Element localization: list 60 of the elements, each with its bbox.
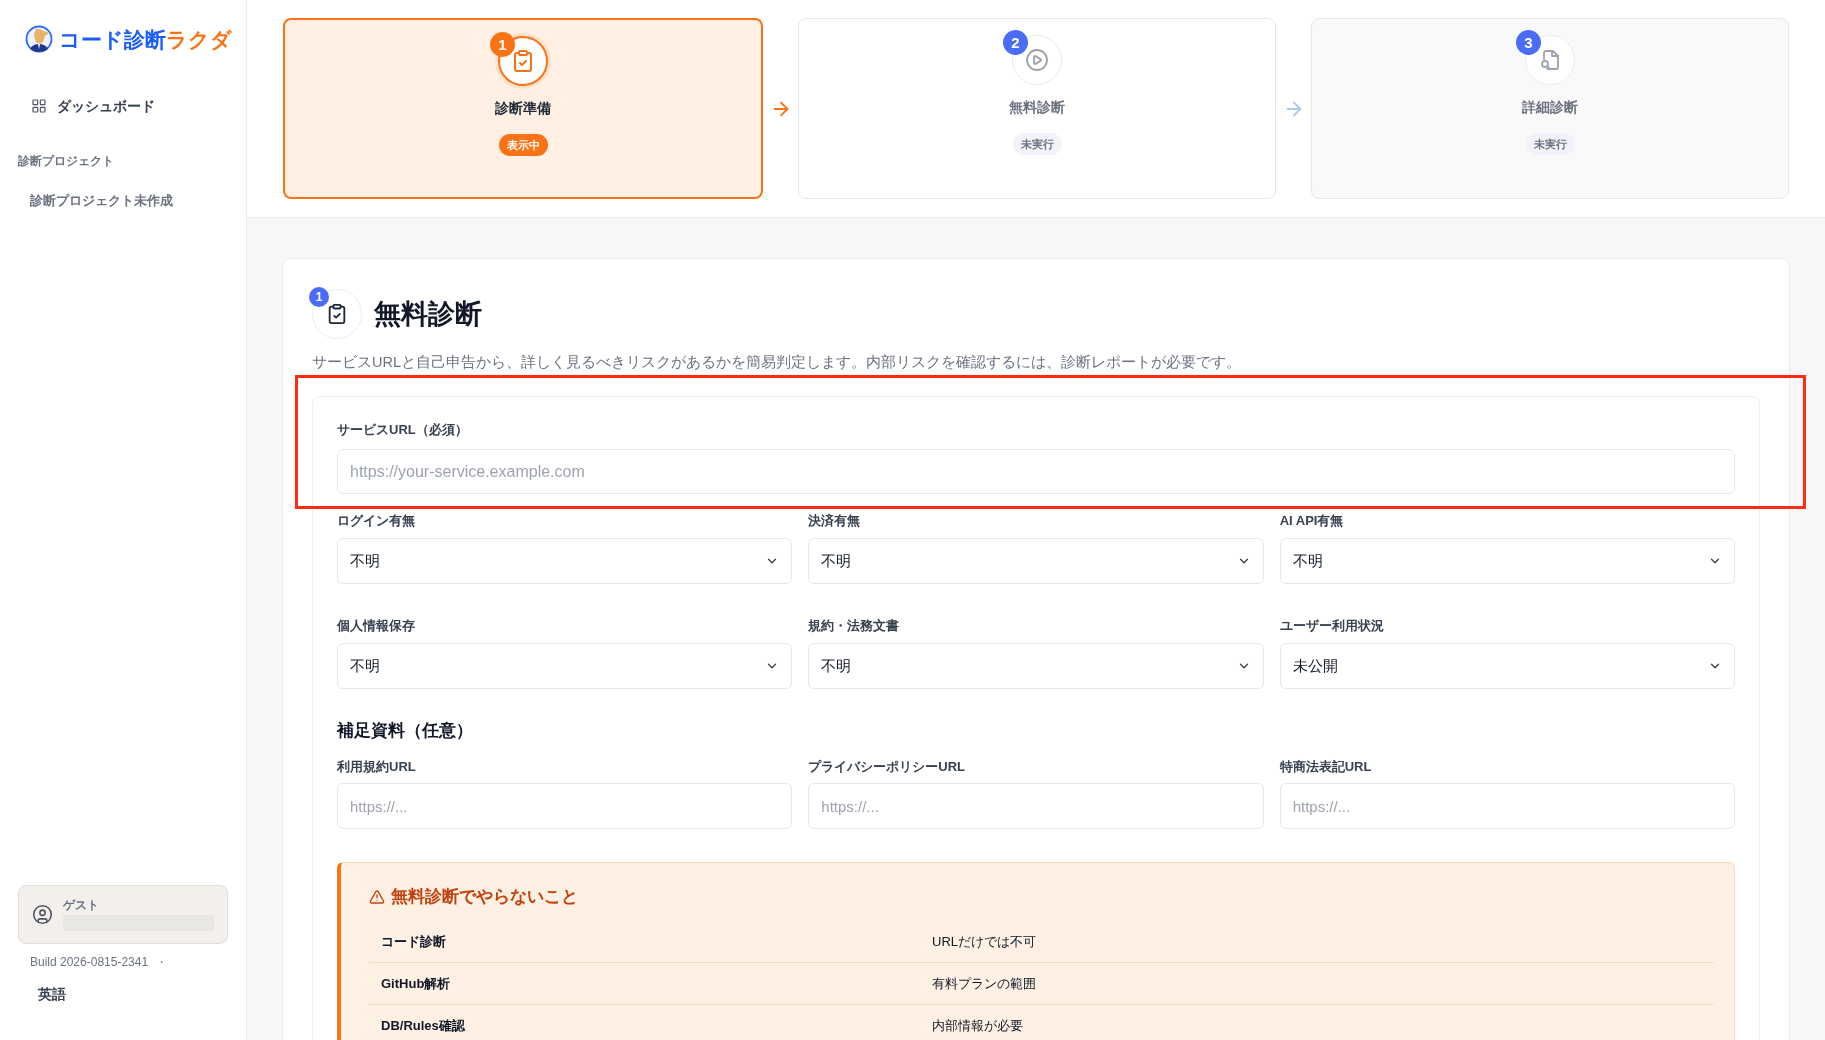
step-card[interactable]: 2 無料診断 未実行: [798, 18, 1276, 199]
step-number: 1: [490, 32, 515, 57]
clipboard-check-icon: [326, 303, 348, 325]
dropdown[interactable]: 未公開: [1279, 643, 1735, 689]
notice-title: 無料診断でやらないこと: [391, 887, 578, 907]
field-label: ログイン有無: [337, 513, 416, 529]
build-version: Build 2026-0815-2341: [30, 954, 149, 970]
dropdown[interactable]: 不明: [337, 538, 793, 584]
field-label: サービスURL（必須）: [337, 422, 469, 438]
step-status: 表示中: [498, 134, 548, 156]
table-cell-text: 内部情報が必要: [931, 1017, 1024, 1035]
warning-icon: [369, 889, 385, 905]
subsection-title: 補足資料（任意）: [337, 720, 474, 742]
dropdown[interactable]: 不明: [1279, 538, 1735, 584]
url-input[interactable]: https://...: [1279, 783, 1735, 829]
step-title: 無料診断: [1009, 98, 1065, 117]
field-label: 規約・法務文書: [808, 618, 901, 634]
field-label: 特商法表記URL: [1279, 759, 1373, 775]
url-input[interactable]: https://your-service.example.com: [337, 449, 1735, 494]
section-title: 無料診断: [374, 298, 482, 331]
field-label: プライバシーポリシーURL: [808, 759, 967, 775]
user-card[interactable]: ゲスト: [18, 885, 228, 944]
table-cell-text: GitHub解析: [380, 974, 452, 993]
step-number: 3: [1516, 30, 1541, 55]
dropdown[interactable]: 不明: [337, 643, 793, 689]
step-number: 2: [1003, 30, 1028, 55]
step-title: 診断準備: [495, 99, 551, 118]
dropdown[interactable]: 不明: [808, 643, 1264, 689]
nav-item[interactable]: ダッシュボード: [18, 92, 228, 120]
table-cell-text: URLだけでは不可: [931, 932, 1037, 951]
table-cell-text: 有料プランの範囲: [931, 974, 1037, 993]
table-cell-text: DB/Rules確認: [380, 1017, 466, 1035]
clipboard-check-icon: [511, 49, 535, 73]
step-card[interactable]: 1 診断準備 表示中: [283, 18, 763, 199]
field-label: 個人情報保存: [337, 618, 416, 634]
dashboard-grid-icon: [31, 98, 47, 114]
table-cell-text: コード診断: [380, 932, 447, 951]
section-description: サービスURLと自己申告から、詳しく見るべきリスクがあるかを簡易判定します。内部リスクを確認するには、診断レポートが必要です。: [312, 353, 1242, 372]
file-search-icon: [1538, 48, 1562, 72]
step-status: 未実行: [1525, 133, 1575, 155]
mascot-logo-icon: [25, 25, 53, 54]
play-icon: [1025, 48, 1049, 72]
field-label: 利用規約URL: [337, 759, 417, 775]
section-label: 診断プロジェクト: [17, 153, 115, 170]
language-link[interactable]: 英語: [38, 984, 66, 1004]
user-role: ゲスト: [63, 898, 100, 913]
step-title: 詳細診断: [1522, 98, 1578, 117]
logo-text: コード診断ラクダ: [59, 26, 232, 53]
field-label: AI API有無: [1279, 513, 1345, 529]
step-card[interactable]: 3 詳細診断 未実行: [1311, 18, 1789, 199]
step-status: 未実行: [1012, 133, 1062, 155]
section-number: 1: [309, 287, 329, 307]
user-icon: [32, 904, 53, 925]
field-label: 決済有無: [808, 513, 862, 529]
field-label: ユーザー利用状況: [1279, 618, 1385, 634]
dropdown[interactable]: 不明: [808, 538, 1264, 584]
empty-project-text: 診断プロジェクト未作成: [29, 192, 174, 210]
separator-dot: ・: [156, 955, 168, 970]
url-input[interactable]: https://...: [808, 783, 1264, 829]
url-input[interactable]: https://...: [337, 783, 793, 829]
